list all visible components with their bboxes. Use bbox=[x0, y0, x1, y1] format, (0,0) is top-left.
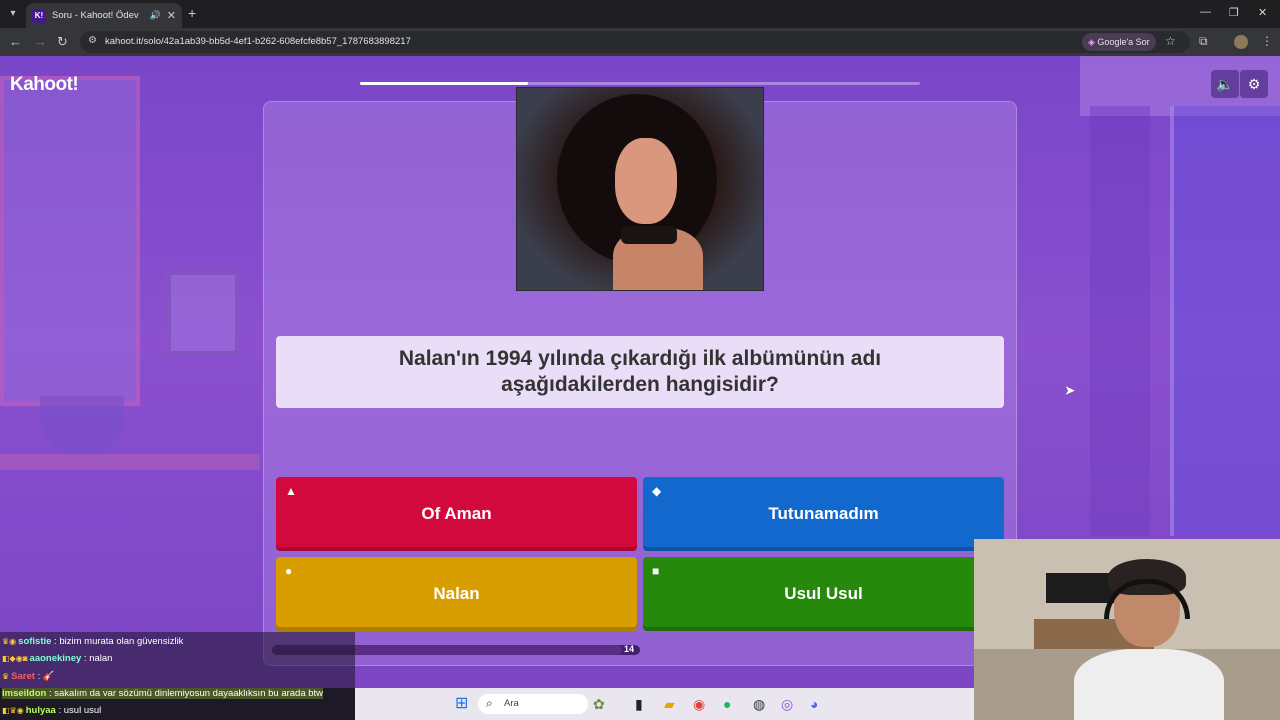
profile-avatar[interactable] bbox=[1234, 35, 1248, 49]
chat-message: ◧♛◉ hulyaa : usul usul bbox=[2, 705, 102, 716]
answer-red-triangle[interactable]: ▲ Of Aman bbox=[276, 477, 637, 551]
chrome-icon[interactable]: ◉ bbox=[693, 696, 705, 712]
chat-text: 🎸 bbox=[42, 671, 55, 682]
chat-message: ♛ Saret : 🎸 bbox=[2, 671, 55, 682]
timer-count: 14 bbox=[623, 644, 634, 654]
chat-message: imseildon : sakalım da var sözümü dinlem… bbox=[2, 688, 324, 699]
restore-icon[interactable]: ❐ bbox=[1229, 6, 1239, 19]
extensions-icon[interactable]: ⧉ bbox=[1199, 34, 1208, 49]
chat-text: nalan bbox=[89, 653, 113, 664]
obs-icon[interactable]: ◎ bbox=[781, 696, 793, 712]
image-face bbox=[615, 138, 677, 224]
chat-username: aaonekiney bbox=[29, 653, 82, 664]
url-text: kahoot.it/solo/42a1ab39-bb5d-4ef1-b262-6… bbox=[105, 36, 411, 47]
site-info-icon[interactable]: ⚙ bbox=[88, 35, 97, 46]
answer-yellow-circle[interactable]: ● Nalan bbox=[276, 557, 637, 631]
new-tab-button[interactable]: + bbox=[188, 5, 196, 21]
kahoot-favicon-icon: K! bbox=[32, 8, 46, 23]
tab-kahoot[interactable]: K! Soru - Kahoot! Ödev 🔊 ✕ bbox=[26, 3, 182, 28]
chat-text: usul usul bbox=[63, 705, 102, 716]
chat-message: ◧◆◉◙ aaonekiney : nalan bbox=[2, 653, 113, 664]
star-icon[interactable]: ☆ bbox=[1165, 34, 1176, 48]
image-choker bbox=[621, 226, 677, 244]
chat-badge-icon: ◧♛◉ bbox=[2, 706, 24, 715]
tab-bar: ▾ K! Soru - Kahoot! Ödev 🔊 ✕ + — ❐ ✕ bbox=[0, 0, 1280, 28]
volume-icon: 🔈 bbox=[1216, 76, 1234, 92]
bg-plant-pot bbox=[40, 396, 124, 456]
chat-message: ♛◉ sofistie : bizim murata olan güvensizl… bbox=[2, 636, 184, 647]
reload-icon[interactable]: ↻ bbox=[57, 34, 68, 50]
taskbar-search-label: Ara bbox=[504, 698, 519, 709]
square-icon: ■ bbox=[652, 564, 660, 578]
file-explorer-icon[interactable]: ▰ bbox=[664, 696, 675, 712]
question-progress-bar bbox=[360, 82, 920, 85]
bg-shelf bbox=[0, 454, 260, 470]
task-view-icon[interactable]: ▮ bbox=[635, 696, 643, 712]
diamond-icon: ◆ bbox=[652, 484, 662, 498]
widgets-icon[interactable]: ✿ bbox=[593, 696, 605, 712]
answer-blue-diamond[interactable]: ◆ Tutunamadım bbox=[643, 477, 1004, 551]
answer-green-square[interactable]: ■ Usul Usul bbox=[643, 557, 1004, 631]
bg-curtain bbox=[1090, 106, 1150, 536]
chat-username: Saret bbox=[11, 671, 35, 682]
circle-icon: ● bbox=[285, 564, 293, 578]
steam-icon[interactable]: ◍ bbox=[753, 696, 765, 712]
chat-username: imseildon bbox=[2, 688, 47, 699]
webcam-person-body bbox=[1074, 649, 1224, 720]
taskbar-search[interactable]: ⌕ Ara bbox=[478, 694, 588, 714]
answer-label: Usul Usul bbox=[784, 584, 863, 603]
chat-badge-icon: ◧◆◉◙ bbox=[2, 654, 28, 663]
bg-frame bbox=[166, 270, 240, 356]
tab-search-icon[interactable]: ▾ bbox=[4, 4, 22, 24]
settings-icon: ⚙ bbox=[1247, 76, 1261, 92]
window-close-icon[interactable]: ✕ bbox=[1258, 6, 1267, 19]
kahoot-logo: Kahoot! bbox=[10, 74, 79, 95]
google-sor-label: Google'a Sor bbox=[1097, 37, 1150, 47]
answer-label: Of Aman bbox=[421, 504, 492, 523]
google-sor-button[interactable]: ◈ Google'a Sor bbox=[1082, 33, 1156, 51]
answer-label: Tutunamadım bbox=[768, 504, 879, 523]
tab-title: Soru - Kahoot! Ödev bbox=[52, 10, 139, 21]
bg-window bbox=[1170, 106, 1280, 536]
chat-badge-icon: ♛◉ bbox=[2, 637, 17, 646]
windows-taskbar: ⊞ ✿ ▮ ▰ ◉ ● ◍ ◎ ◕ bbox=[355, 688, 975, 720]
more-menu-icon[interactable]: ⋮ bbox=[1261, 34, 1273, 48]
windows-start-icon[interactable]: ⊞ bbox=[455, 696, 468, 712]
lens-icon: ◈ bbox=[1088, 37, 1098, 47]
settings-button[interactable]: ⚙ bbox=[1240, 70, 1268, 98]
chat-username: hulyaa bbox=[25, 705, 56, 716]
answer-label: Nalan bbox=[433, 584, 480, 603]
back-icon[interactable]: ← bbox=[9, 34, 22, 49]
speaker-icon[interactable]: 🔊 bbox=[150, 10, 161, 21]
question-text: Nalan'ın 1994 yılında çıkardığı ilk albü… bbox=[276, 336, 1004, 408]
chat-badge-icon: ♛ bbox=[2, 672, 10, 681]
search-icon: ⌕ bbox=[486, 696, 493, 710]
spotify-icon[interactable]: ● bbox=[723, 696, 731, 712]
stream-chat: ♛◉ sofistie : bizim murata olan güvensizl… bbox=[0, 632, 355, 720]
question-image bbox=[516, 87, 764, 291]
question-progress-fill bbox=[360, 82, 528, 85]
volume-button[interactable]: 🔈 bbox=[1211, 70, 1239, 98]
forward-icon[interactable]: → bbox=[34, 34, 47, 49]
webcam-overlay bbox=[974, 539, 1280, 720]
chat-text: bizim murata olan güvensizlik bbox=[59, 636, 184, 647]
triangle-icon: ▲ bbox=[285, 484, 297, 498]
close-tab-icon[interactable]: ✕ bbox=[167, 9, 176, 22]
mouse-cursor-icon: ➤ bbox=[1064, 382, 1076, 398]
webcam-tv bbox=[1046, 573, 1116, 603]
chat-text: sakalım da var sözümü dinlemiyosun dayaa… bbox=[54, 688, 324, 699]
discord-icon[interactable]: ◕ bbox=[810, 696, 818, 712]
chat-username: sofistie bbox=[18, 636, 52, 647]
address-bar[interactable]: ⚙ kahoot.it/solo/42a1ab39-bb5d-4ef1-b262… bbox=[80, 31, 1190, 53]
minimize-icon[interactable]: — bbox=[1200, 6, 1211, 18]
bg-mirror bbox=[0, 76, 140, 406]
